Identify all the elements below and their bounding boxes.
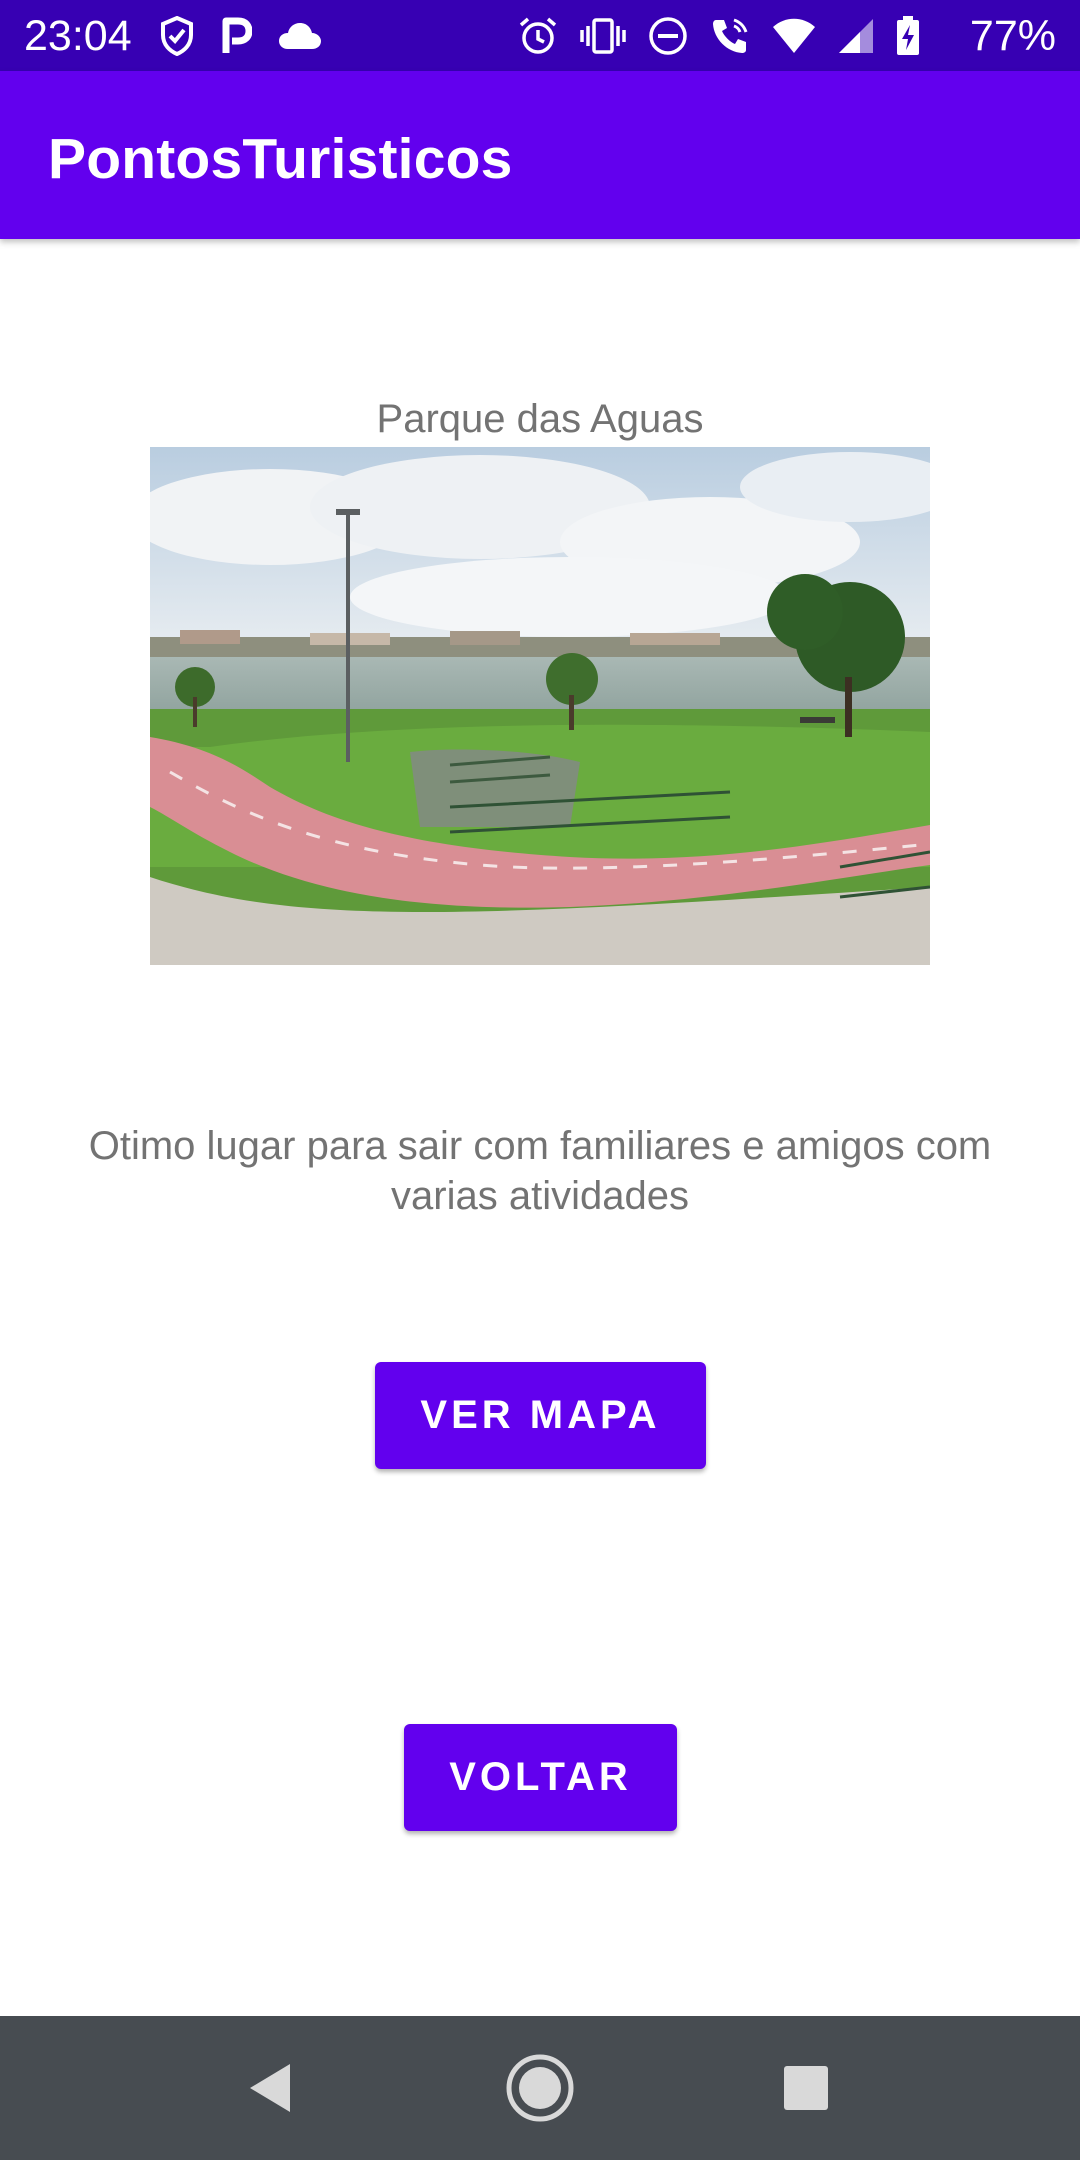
cloud-icon — [279, 23, 321, 49]
vibrate-icon — [580, 18, 626, 54]
nav-back-button[interactable] — [220, 2038, 320, 2138]
battery-charging-icon — [897, 16, 919, 55]
home-circle-icon — [506, 2054, 574, 2122]
status-left-icons — [160, 12, 322, 60]
alarm-icon — [519, 17, 557, 54]
wifi-icon — [773, 18, 815, 53]
shield-check-icon — [161, 16, 193, 56]
place-description: Otimo lugar para sair com familiares e a… — [88, 1124, 992, 1218]
cell-signal-icon — [839, 19, 873, 53]
navigation-bar — [0, 2016, 1080, 2160]
nav-home-button[interactable] — [490, 2038, 590, 2138]
status-time: 23:04 — [24, 12, 132, 60]
app-title: PontosTuristicos — [48, 127, 513, 191]
status-bar: 23:04 77% — [0, 0, 1080, 71]
park-photo-illustration — [150, 447, 930, 965]
app-bar: PontosTuristicos — [0, 71, 1080, 239]
place-title: Parque das Aguas — [376, 397, 704, 441]
battery-percent: 77% — [969, 12, 1056, 60]
wifi-calling-icon — [713, 18, 748, 53]
do-not-disturb-icon — [649, 17, 687, 55]
back-button[interactable]: VOLTAR — [404, 1724, 677, 1831]
nav-recents-button[interactable] — [756, 2038, 856, 2138]
parking-p-icon — [222, 17, 252, 53]
recents-square-icon — [784, 2066, 828, 2110]
place-photo — [150, 447, 930, 965]
status-right-icons — [518, 12, 920, 60]
back-triangle-icon — [250, 2064, 290, 2112]
view-map-button[interactable]: VER MAPA — [375, 1362, 706, 1469]
